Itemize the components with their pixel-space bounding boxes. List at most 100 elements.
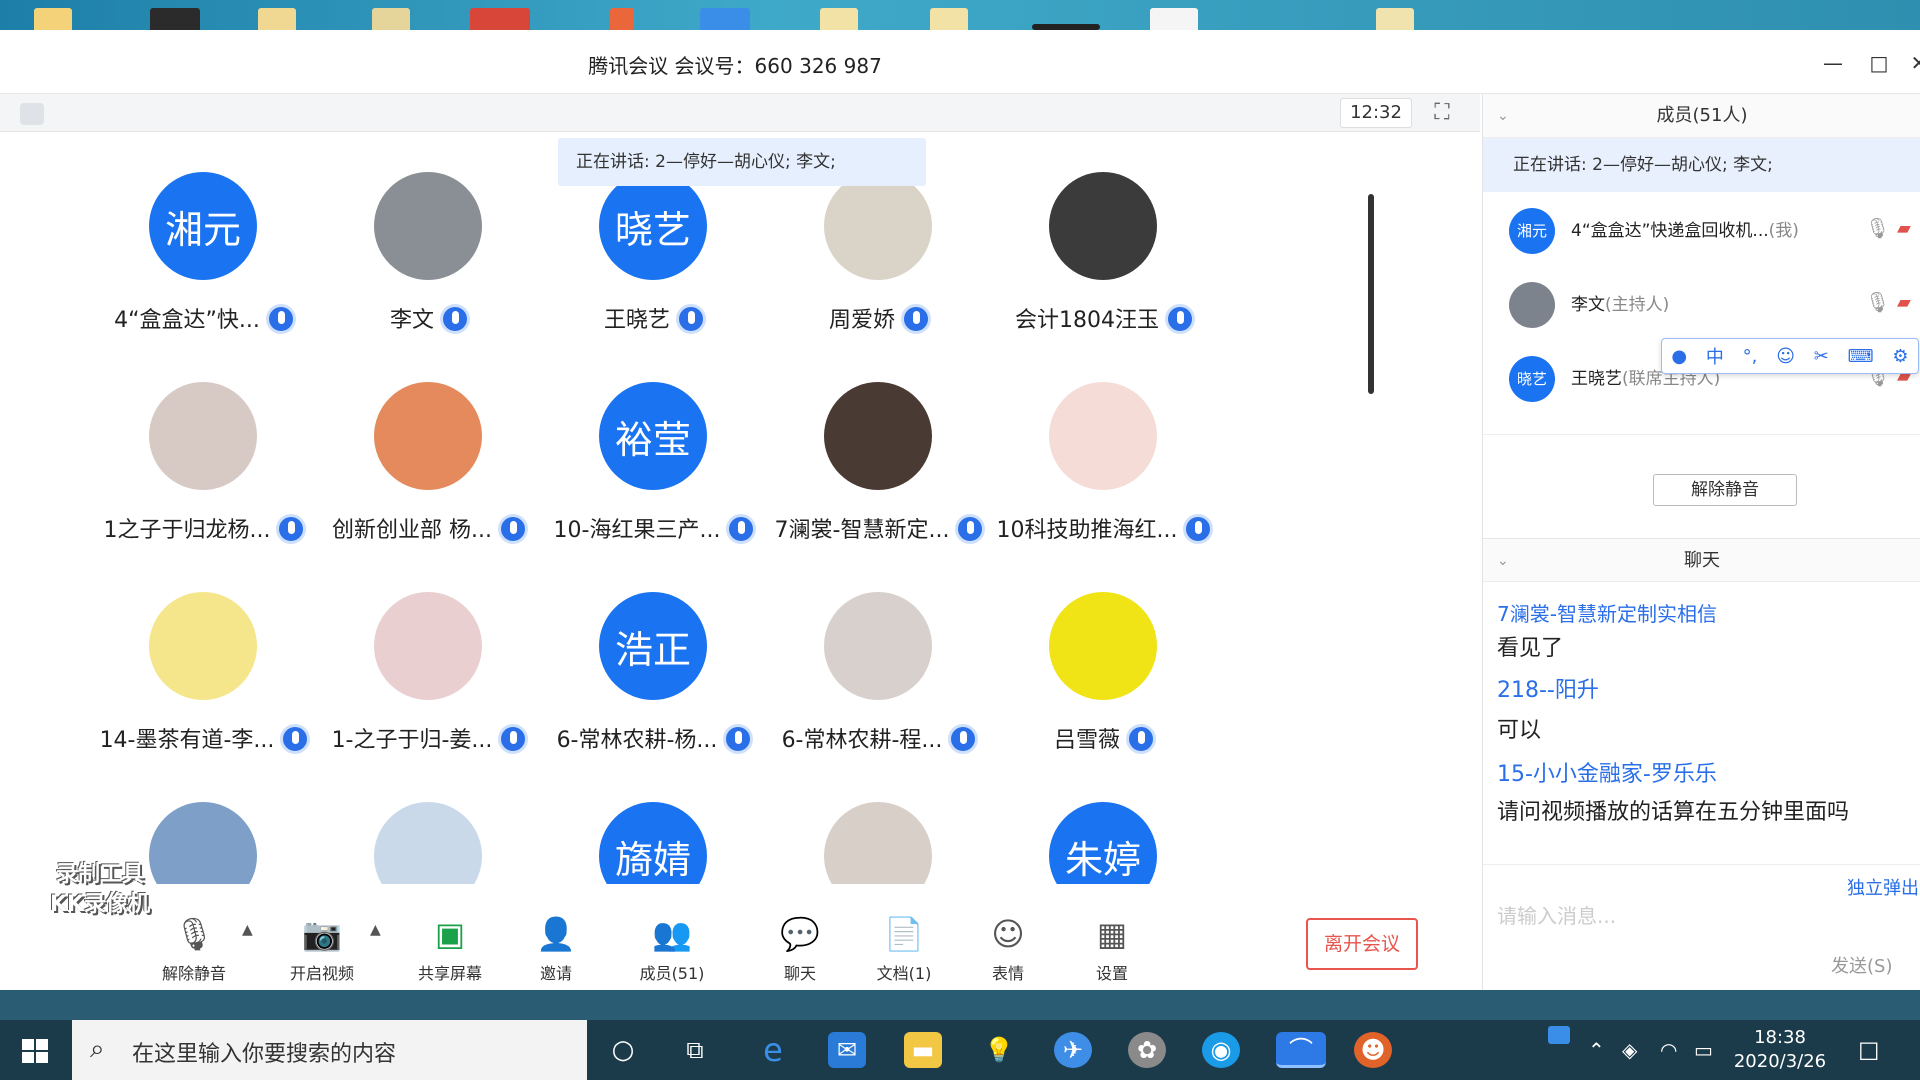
participant-tile[interactable]: 裕莹 10-海红果三产...	[535, 342, 775, 544]
taskbar-date: 2020/3/26	[1733, 1051, 1827, 1072]
edge-browser-icon[interactable]: e	[754, 1032, 792, 1068]
document-icon: 📄	[884, 915, 924, 953]
participant-avatar: 湘元	[149, 172, 257, 280]
mic-icon	[726, 514, 757, 544]
start-video-button[interactable]: 📷 开启视频	[272, 914, 372, 984]
mail-icon[interactable]: ✉	[828, 1032, 866, 1068]
file-explorer-icon[interactable]: ▬	[904, 1032, 942, 1068]
participant-tile[interactable]: 浩正 6-常林农耕-杨...	[535, 552, 775, 754]
camera-off-icon[interactable]: ▰	[1897, 218, 1920, 242]
mic-options-caret-icon[interactable]: ▲	[242, 922, 253, 938]
participant-tile[interactable]: 7澜裳-智慧新定...	[760, 342, 1000, 544]
taskbar-clock[interactable]: 18:38 2020/3/26	[1720, 1026, 1840, 1074]
desktop-folder-icon[interactable]	[372, 8, 410, 30]
participant-tile[interactable]: 10科技助推海红...	[985, 342, 1225, 544]
ime-item[interactable]: ✂	[1814, 346, 1829, 367]
ime-item[interactable]: ⌨	[1848, 346, 1874, 367]
camera-off-icon[interactable]: ▰	[1897, 292, 1920, 316]
emoji-button[interactable]: ☺ 表情	[958, 914, 1058, 984]
participant-tile[interactable]: 1之子于归龙杨...	[85, 342, 325, 544]
battery-icon[interactable]: ▭	[1694, 1038, 1713, 1062]
taskbar: ⌕ 在这里输入你要搜索的内容 ○ ⧉ e ✉ ▬ 💡 ✈ ✿ ◉ ⌒ ☻ ⌃ ◈…	[0, 1020, 1920, 1080]
participant-tile[interactable]: 湘元 4“盒盒达”快...	[85, 132, 325, 334]
desktop-app-icon[interactable]	[150, 8, 200, 30]
participant-tile[interactable]: 旖婧	[535, 762, 775, 884]
desktop-file-icon[interactable]	[1150, 8, 1198, 30]
ime-item[interactable]: ☺	[1776, 346, 1795, 367]
docs-button[interactable]: 📄 文档(1)	[854, 914, 954, 984]
right-panel: ⌄ 成员(51人) 正在讲话: 2—停好—胡心仪; 李文; 湘元 4“盒盒达”快…	[1482, 94, 1920, 990]
show-hidden-icons-chevron-icon[interactable]: ⌃	[1588, 1038, 1605, 1062]
settings-grid-icon: ▦	[1096, 915, 1128, 953]
ime-item[interactable]: 中	[1706, 343, 1724, 369]
tips-bulb-icon[interactable]: 💡	[980, 1032, 1018, 1068]
mic-muted-icon[interactable]: 🎙	[1865, 216, 1890, 244]
desktop-folder-icon[interactable]	[930, 8, 968, 30]
video-options-caret-icon[interactable]: ▲	[370, 922, 381, 938]
chevron-down-icon[interactable]: ⌄	[1497, 94, 1509, 138]
leave-meeting-button[interactable]: 离开会议	[1306, 918, 1418, 970]
desktop-folder-icon[interactable]	[1376, 8, 1414, 30]
smiley-icon: ☺	[991, 915, 1025, 953]
member-avatar	[1509, 282, 1555, 328]
participant-tile[interactable]: 李文	[310, 132, 550, 334]
chevron-down-icon[interactable]: ⌄	[1497, 539, 1509, 583]
member-row[interactable]: 湘元 4“盒盒达”快递盒回收机...(我) 🎙 ▰	[1483, 192, 1920, 266]
participant-tile[interactable]: 6-常林农耕-程...	[760, 552, 1000, 754]
participant-tile[interactable]: 朱婷	[985, 762, 1225, 884]
notification-tray-icon[interactable]	[1548, 1026, 1570, 1044]
tencent-meeting-icon[interactable]: ⌒	[1276, 1032, 1326, 1068]
participant-tile[interactable]	[310, 762, 550, 884]
members-button[interactable]: 👥 成员(51)	[622, 914, 722, 984]
fullscreen-icon[interactable]: ⛶	[1428, 100, 1456, 126]
send-button[interactable]: 发送(S)	[1831, 952, 1892, 978]
wifi-icon[interactable]: ◠	[1660, 1038, 1677, 1062]
desktop-app-icon[interactable]	[470, 8, 530, 30]
desktop-folder-icon[interactable]	[34, 8, 72, 30]
desktop-app-icon[interactable]	[700, 8, 750, 30]
unmute-all-button[interactable]: 解除静音	[1653, 474, 1797, 506]
ime-item[interactable]: °,	[1743, 346, 1758, 367]
ime-toolbar[interactable]: ● 中 °, ☺ ✂ ⌨ ⚙	[1661, 338, 1919, 374]
participant-tile[interactable]: 1-之子于归-姜...	[310, 552, 550, 754]
network-app-icon[interactable]: ◈	[1622, 1038, 1637, 1062]
browser-icon[interactable]: ◉	[1202, 1032, 1240, 1068]
chat-header[interactable]: ⌄ 聊天	[1483, 538, 1920, 582]
members-header[interactable]: ⌄ 成员(51人)	[1483, 94, 1920, 138]
ime-avatar-icon[interactable]: ●	[1671, 346, 1687, 367]
mic-icon[interactable]: 🎙	[1865, 290, 1890, 318]
windows-start-icon[interactable]	[20, 1036, 50, 1066]
cortana-icon[interactable]: ○	[604, 1032, 642, 1068]
participant-tile[interactable]: 创新创业部 杨...	[310, 342, 550, 544]
desktop-app-icon[interactable]	[610, 8, 634, 30]
participant-tile[interactable]	[760, 762, 1000, 884]
minimize-icon[interactable]: —	[1818, 48, 1848, 78]
chat-input[interactable]: 请输入消息...	[1497, 900, 1616, 929]
maximize-icon[interactable]: □	[1864, 48, 1894, 78]
chat-button[interactable]: 💬 聊天	[750, 914, 850, 984]
task-view-icon[interactable]: ⧉	[676, 1032, 714, 1068]
kk-recorder-icon[interactable]: ☻	[1354, 1032, 1392, 1068]
invite-button[interactable]: 👤 邀请	[506, 914, 606, 984]
member-row[interactable]: 李文(主持人) 🎙 ▰	[1483, 266, 1920, 340]
settings-button[interactable]: ▦ 设置	[1062, 914, 1162, 984]
action-center-icon[interactable]: ☐	[1858, 1038, 1880, 1066]
grid-scrollbar[interactable]	[1368, 194, 1374, 394]
participant-tile[interactable]: 14-墨茶有道-李...	[85, 552, 325, 754]
participant-tile[interactable]: 会计1804汪玉	[985, 132, 1225, 334]
share-screen-button[interactable]: ▣ 共享屏幕	[400, 914, 500, 984]
participant-tile[interactable]: 吕雪薇	[985, 552, 1225, 754]
members-list-divider	[1483, 434, 1920, 446]
security-shield-icon[interactable]	[20, 103, 44, 125]
chat-message: 请问视频播放的话算在五分钟里面吗	[1497, 800, 1850, 825]
app-icon[interactable]: ✿	[1128, 1032, 1166, 1068]
desktop-folder-icon[interactable]	[820, 8, 858, 30]
desktop-folder-icon[interactable]	[258, 8, 296, 30]
participant-name: 王晓艺	[535, 302, 775, 336]
popout-chat-link[interactable]: 独立弹出	[1847, 874, 1919, 900]
close-icon[interactable]: ✕	[1904, 48, 1920, 78]
taskbar-search-box[interactable]: ⌕ 在这里输入你要搜索的内容	[72, 1020, 587, 1080]
video-top-strip: 12:32 ⛶	[0, 94, 1480, 132]
ime-item[interactable]: ⚙	[1892, 346, 1908, 367]
feishu-app-icon[interactable]: ✈	[1054, 1032, 1092, 1068]
